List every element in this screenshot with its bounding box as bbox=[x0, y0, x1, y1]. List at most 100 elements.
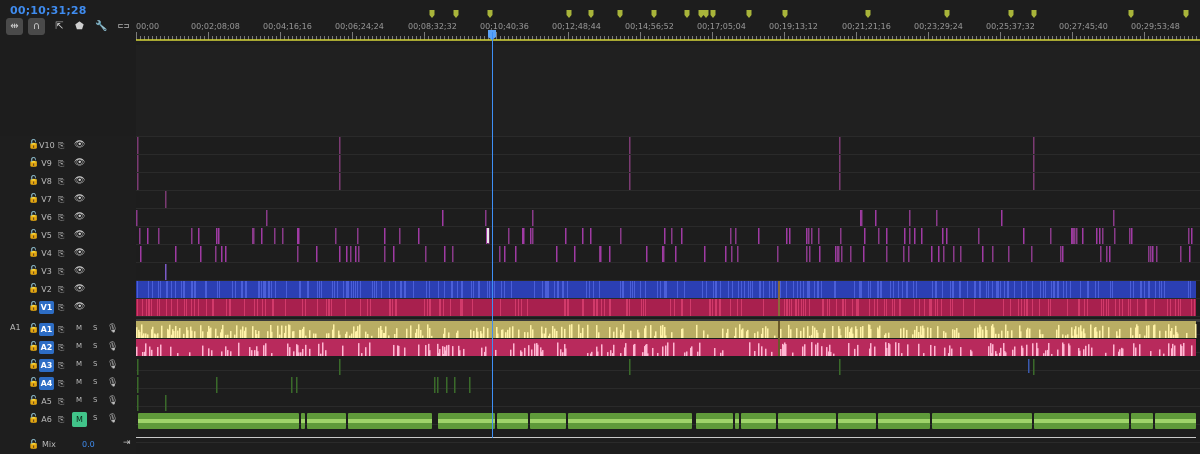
track-target[interactable]: A5 bbox=[39, 395, 54, 408]
track-target[interactable]: V8 bbox=[39, 175, 54, 188]
mic-icon[interactable]: 🎙 bbox=[107, 360, 118, 370]
mix-value[interactable]: 0.0 bbox=[82, 440, 95, 449]
clip-edge bbox=[593, 299, 594, 316]
sync-lock-icon[interactable]: ⎘ bbox=[58, 249, 64, 259]
go-to-end-icon[interactable]: ⇥ bbox=[123, 438, 131, 448]
sync-lock-icon[interactable]: ⎘ bbox=[58, 325, 64, 335]
sync-lock-icon[interactable]: ⎘ bbox=[58, 361, 64, 371]
sync-lock-icon[interactable]: ⎘ bbox=[58, 213, 64, 223]
lock-icon[interactable]: 🔓 bbox=[28, 324, 39, 334]
waveform-bar bbox=[1176, 331, 1178, 338]
track-target[interactable]: V7 bbox=[39, 193, 54, 206]
solo-button[interactable]: S bbox=[93, 342, 97, 350]
mute-button[interactable]: M bbox=[76, 396, 82, 404]
lock-icon[interactable]: 🔓 bbox=[28, 266, 39, 276]
lock-icon[interactable]: 🔓 bbox=[28, 396, 39, 406]
mic-icon[interactable]: 🎙 bbox=[107, 414, 118, 424]
lock-icon[interactable]: 🔓 bbox=[28, 158, 39, 168]
lock-icon[interactable]: 🔓 bbox=[28, 378, 39, 388]
mic-icon[interactable]: 🎙 bbox=[107, 378, 118, 388]
track-target[interactable]: V6 bbox=[39, 211, 54, 224]
clip-edge bbox=[589, 281, 590, 298]
edit-point bbox=[165, 191, 167, 208]
track-target[interactable]: V2 bbox=[39, 283, 54, 296]
snap-icon[interactable]: ⇹ bbox=[6, 18, 23, 35]
solo-button[interactable]: S bbox=[93, 324, 97, 332]
track-target[interactable]: A6 bbox=[39, 413, 54, 426]
lock-icon[interactable]: 🔓 bbox=[28, 194, 39, 204]
sync-lock-icon[interactable]: ⎘ bbox=[58, 267, 64, 277]
waveform-bar bbox=[309, 330, 311, 338]
eye-icon[interactable]: 👁 bbox=[74, 212, 85, 222]
add-marker-icon[interactable]: ⇱ bbox=[51, 18, 68, 35]
mute-button[interactable]: M bbox=[76, 378, 82, 386]
sync-lock-icon[interactable]: ⎘ bbox=[58, 159, 64, 169]
source-patch[interactable]: A1 bbox=[10, 323, 21, 332]
mic-icon[interactable]: 🎙 bbox=[107, 342, 118, 352]
sync-lock-icon[interactable]: ⎘ bbox=[58, 379, 64, 389]
eye-icon[interactable]: 👁 bbox=[74, 302, 85, 312]
lock-icon[interactable]: 🔓 bbox=[28, 140, 39, 150]
eye-icon[interactable]: 👁 bbox=[74, 266, 85, 276]
clip-edge bbox=[329, 299, 330, 316]
track-target[interactable]: V4 bbox=[39, 247, 54, 260]
wrench-icon[interactable]: 🔧 bbox=[93, 18, 110, 35]
sync-lock-icon[interactable]: ⎘ bbox=[58, 177, 64, 187]
lock-icon[interactable]: 🔓 bbox=[28, 230, 39, 240]
time-ruler[interactable]: 00;00 00;02;08;08 00;04;16;16 00;06;24;2… bbox=[136, 0, 1200, 45]
sync-lock-icon[interactable]: ⎘ bbox=[58, 285, 64, 295]
empty-track-area[interactable] bbox=[136, 45, 1200, 136]
lock-icon[interactable]: 🔓 bbox=[28, 342, 39, 352]
sync-lock-icon[interactable]: ⎘ bbox=[58, 397, 64, 407]
eye-icon[interactable]: 👁 bbox=[74, 158, 85, 168]
marker-icon[interactable]: ⬟ bbox=[71, 18, 88, 35]
playhead-line[interactable] bbox=[492, 32, 493, 438]
track-target[interactable]: V5 bbox=[39, 229, 54, 242]
eye-icon[interactable]: 👁 bbox=[74, 194, 85, 204]
mute-button-active[interactable]: M bbox=[72, 412, 87, 427]
track-target[interactable]: A3 bbox=[39, 359, 54, 372]
eye-icon[interactable]: 👁 bbox=[74, 284, 85, 294]
lock-icon[interactable]: 🔓 bbox=[28, 302, 39, 312]
solo-button[interactable]: S bbox=[93, 396, 97, 404]
sync-lock-icon[interactable]: ⎘ bbox=[58, 141, 64, 151]
lock-icon[interactable]: 🔓 bbox=[28, 176, 39, 186]
sync-lock-icon[interactable]: ⎘ bbox=[58, 195, 64, 205]
captions-icon[interactable]: ⊏⊐ bbox=[115, 18, 132, 35]
mute-button[interactable]: M bbox=[76, 324, 82, 332]
mute-button[interactable]: M bbox=[76, 342, 82, 350]
lock-icon[interactable]: 🔓 bbox=[28, 360, 39, 370]
track-target[interactable]: A1 bbox=[39, 323, 54, 336]
track-target[interactable]: A4 bbox=[39, 377, 54, 390]
mic-icon[interactable]: 🎙 bbox=[107, 324, 118, 334]
track-target[interactable]: V10 bbox=[39, 139, 55, 152]
sync-lock-icon[interactable]: ⎘ bbox=[58, 231, 64, 241]
solo-button[interactable]: S bbox=[93, 378, 97, 386]
lock-icon[interactable]: 🔓 bbox=[28, 212, 39, 222]
track-target[interactable]: V1 bbox=[39, 301, 54, 314]
lock-icon[interactable]: 🔓 bbox=[28, 414, 39, 424]
lock-icon[interactable]: 🔓 bbox=[28, 248, 39, 258]
sync-lock-icon[interactable]: ⎘ bbox=[58, 343, 64, 353]
track-content[interactable] bbox=[136, 136, 1200, 454]
track-target[interactable]: V3 bbox=[39, 265, 54, 278]
eye-icon[interactable]: 👁 bbox=[74, 140, 85, 150]
track-target[interactable]: V9 bbox=[39, 157, 54, 170]
sync-lock-icon[interactable]: ⎘ bbox=[58, 415, 64, 425]
solo-button[interactable]: S bbox=[93, 414, 97, 422]
mute-button[interactable]: M bbox=[76, 360, 82, 368]
mic-icon[interactable]: 🎙 bbox=[107, 396, 118, 406]
waveform-bar bbox=[1079, 350, 1081, 356]
eye-icon[interactable]: 👁 bbox=[74, 248, 85, 258]
lock-icon[interactable]: 🔓 bbox=[28, 440, 39, 450]
eye-icon[interactable]: 👁 bbox=[74, 176, 85, 186]
linked-selection-icon[interactable]: ∩ bbox=[28, 18, 45, 35]
lock-icon[interactable]: 🔓 bbox=[28, 284, 39, 294]
solo-button[interactable]: S bbox=[93, 360, 97, 368]
clip-edge bbox=[660, 281, 661, 298]
track-target[interactable]: A2 bbox=[39, 341, 54, 354]
clip-edge bbox=[471, 281, 472, 298]
eye-icon[interactable]: 👁 bbox=[74, 230, 85, 240]
playhead-timecode[interactable]: 00;10;31;28 bbox=[10, 4, 87, 17]
sync-lock-icon[interactable]: ⎘ bbox=[58, 303, 64, 313]
